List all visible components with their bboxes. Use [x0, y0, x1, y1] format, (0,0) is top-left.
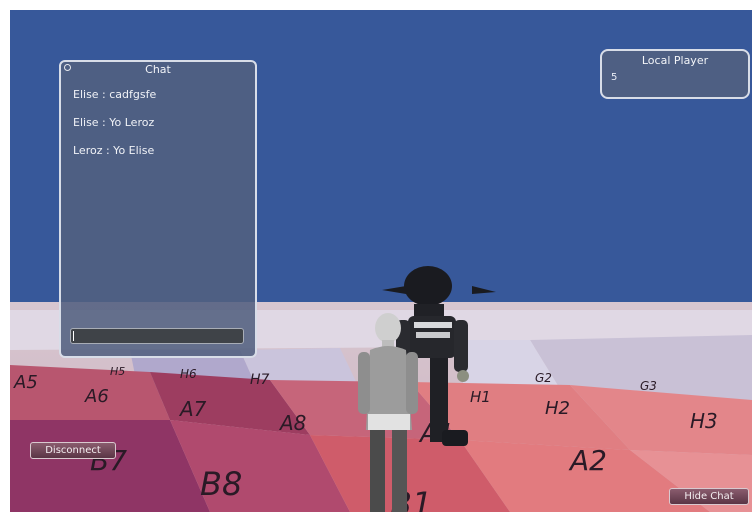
text-caret — [73, 331, 74, 341]
chat-panel: Chat Elise : cadfgsfe Elise : Yo Leroz L… — [59, 60, 257, 358]
chat-message: Elise : Yo Leroz — [73, 116, 155, 129]
disconnect-button[interactable]: Disconnect — [30, 442, 116, 459]
tile-label: H5 — [110, 365, 125, 378]
local-player-value: 5 — [611, 72, 618, 83]
local-player-title: Local Player — [641, 54, 709, 67]
tile-label: H1 — [470, 388, 491, 406]
tile-label: H2 — [545, 398, 570, 419]
local-player-panel: Local Player 5 — [600, 49, 750, 99]
chat-input[interactable] — [70, 328, 244, 344]
game-viewport[interactable]: A5 A6 A7 A8 B7 B8 H5 H6 H7 G2 G3 H1 H2 H… — [10, 10, 752, 512]
tile-label: A5 — [13, 372, 38, 393]
tile-label: B8 — [200, 465, 242, 503]
chat-title: Chat — [145, 63, 171, 76]
tile-label: H3 — [690, 409, 718, 433]
tile-label: A2 — [568, 444, 607, 477]
chat-message-list: Elise : cadfgsfe Elise : Yo Leroz Leroz … — [73, 88, 247, 172]
hide-chat-button[interactable]: Hide Chat — [669, 488, 749, 505]
tile-label: A7 — [178, 397, 207, 421]
tile-label: G3 — [640, 379, 657, 393]
chat-message: Elise : cadfgsfe — [73, 88, 157, 101]
tile-label: H6 — [180, 367, 197, 381]
tile-label: G2 — [535, 371, 552, 385]
tile-label: H7 — [250, 372, 270, 388]
chat-message: Leroz : Yo Elise — [73, 144, 155, 157]
tile-label: A6 — [84, 386, 109, 407]
tile-label: A8 — [278, 411, 306, 435]
